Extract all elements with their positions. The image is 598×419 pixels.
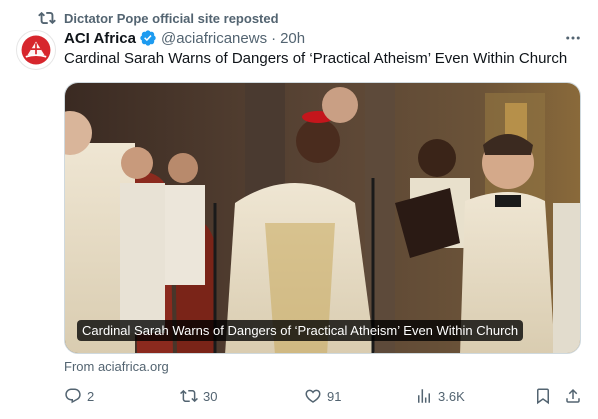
tweet-text: Cardinal Sarah Warns of Dangers of ‘Prac… [64,50,568,67]
analytics-icon [418,389,430,403]
views-button[interactable]: 3.6K [415,386,465,406]
like-button[interactable]: 91 [304,386,341,406]
avatar[interactable] [16,30,56,70]
heart-icon [305,389,321,403]
reply-icon [65,388,81,404]
more-options-button[interactable] [562,27,584,49]
article-photo [65,83,580,353]
tweet-header: ACI Africa @aciafricanews · 20h [64,28,584,48]
repost-icon [180,389,198,403]
repost-icon [38,11,56,25]
share-button[interactable] [564,386,582,406]
reply-button[interactable]: 2 [64,386,94,406]
verified-badge-icon[interactable] [139,29,157,47]
card-source[interactable]: From aciafrica.org [64,359,169,374]
action-bar: 2 30 91 3.6K [64,386,586,406]
repost-button[interactable]: 30 [180,386,217,406]
view-count: 3.6K [438,388,465,404]
share-icon [566,388,580,403]
repost-text: Dictator Pope official site reposted [64,10,279,26]
bookmark-button[interactable] [534,386,552,406]
more-icon [566,36,580,40]
reply-count: 2 [87,388,95,404]
author-handle[interactable]: @aciafricanews [161,30,267,47]
repost-indicator[interactable]: Dictator Pope official site reposted [38,9,279,27]
author-name[interactable]: ACI Africa [64,30,136,47]
bookmark-icon [537,388,549,405]
separator-dot: · [271,29,277,47]
aci-africa-logo [21,35,51,65]
repost-count: 30 [203,388,218,404]
link-card[interactable]: Cardinal Sarah Warns of Dangers of ‘Prac… [64,82,581,354]
card-caption: Cardinal Sarah Warns of Dangers of ‘Prac… [77,320,524,341]
timestamp[interactable]: 20h [280,30,305,47]
like-count: 91 [327,388,342,404]
